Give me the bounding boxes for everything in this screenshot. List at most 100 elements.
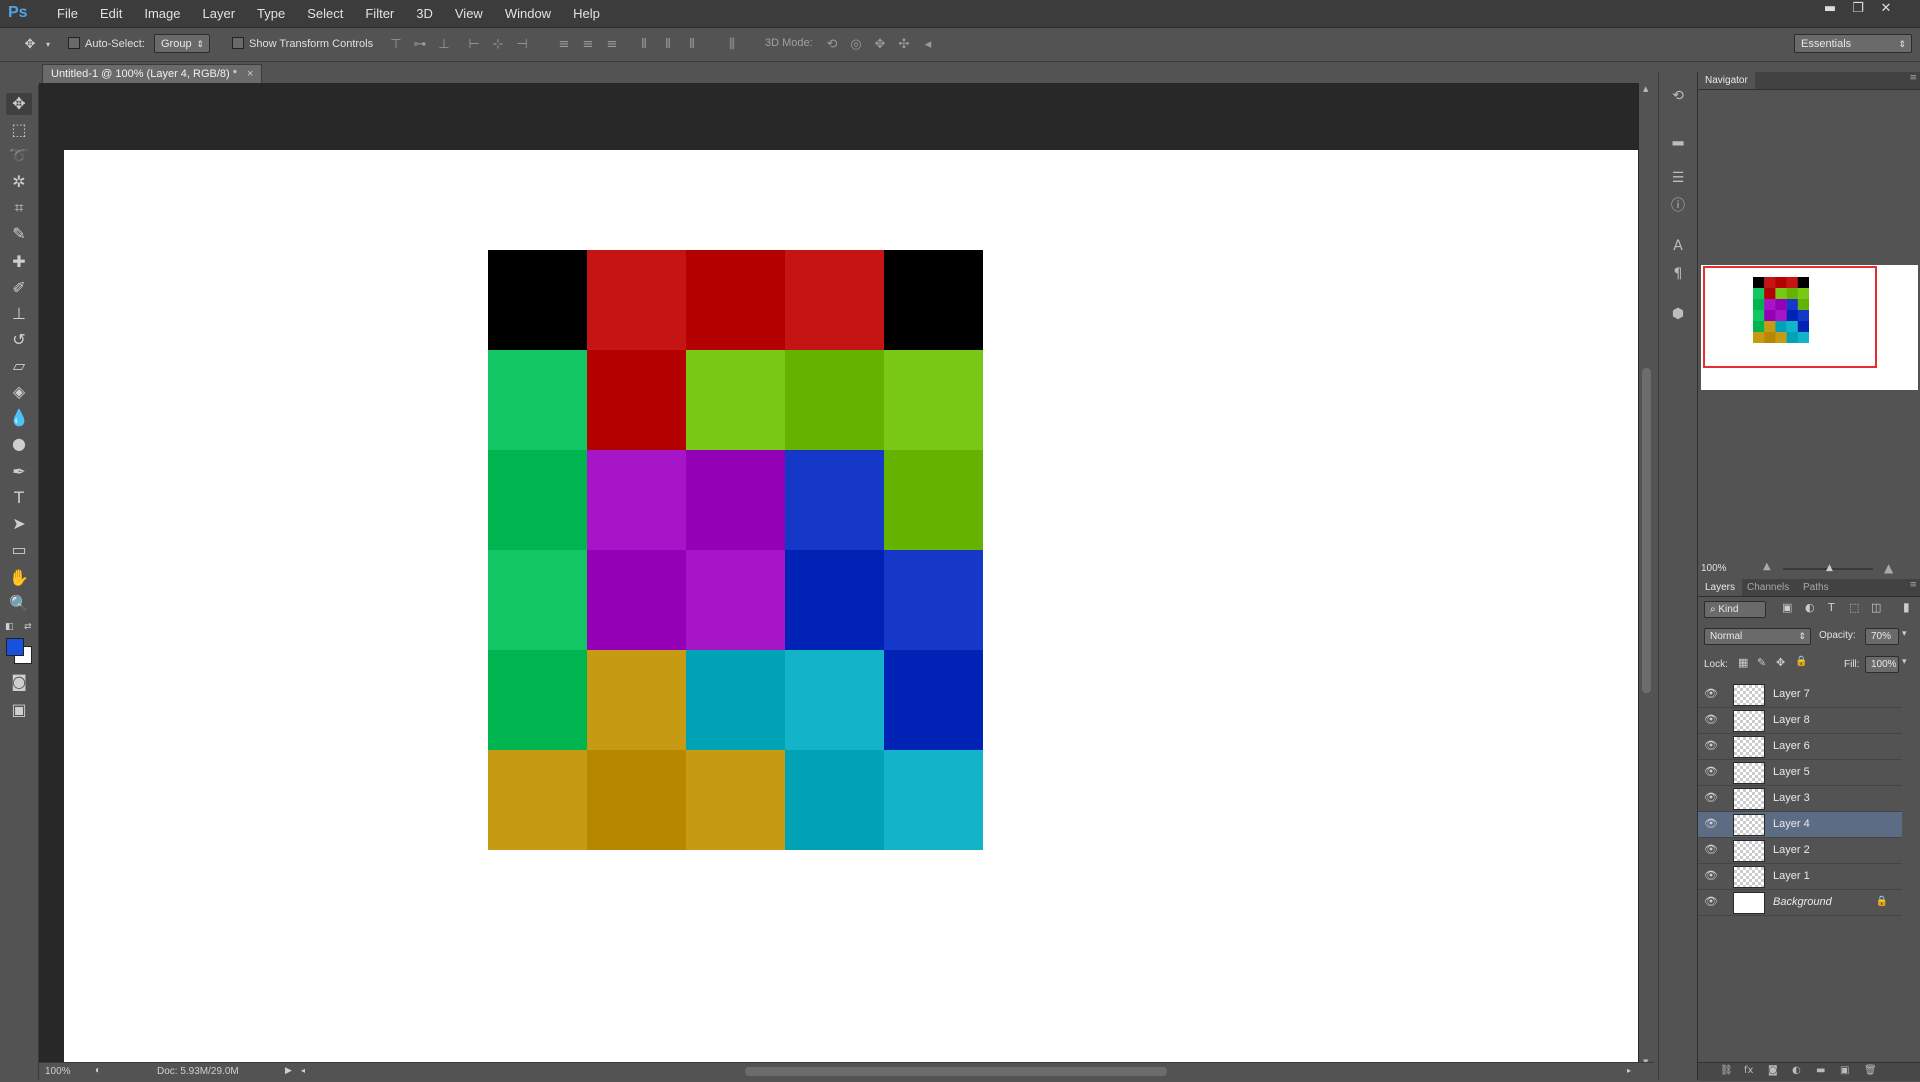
menu-window[interactable]: Window (494, 0, 562, 27)
preset-dropdown-icon[interactable]: ▾ (40, 37, 56, 52)
marquee-tool-icon[interactable]: ⬚ (6, 119, 32, 141)
healing-brush-icon[interactable]: ✚ (6, 251, 32, 273)
menu-select[interactable]: Select (296, 0, 354, 27)
tab-channels[interactable]: Channels (1740, 579, 1796, 596)
visibility-eye-icon[interactable]: 👁 (1704, 869, 1718, 883)
menu-layer[interactable]: Layer (192, 0, 247, 27)
align-top-icon[interactable]: ⊤ (388, 37, 404, 52)
visibility-eye-icon[interactable]: 👁 (1704, 713, 1718, 727)
layer-name[interactable]: Layer 1 (1773, 864, 1810, 889)
visibility-eye-icon[interactable]: 👁 (1704, 765, 1718, 779)
distribute-vcenter-icon[interactable]: ≡ (580, 37, 596, 52)
zoom-level[interactable]: 100% (45, 1066, 71, 1077)
layer-row[interactable]: 👁 Layer 4 (1698, 812, 1902, 838)
filter-type-icon[interactable]: T (1828, 601, 1835, 614)
layer-style-icon[interactable]: fx (1744, 1065, 1753, 1076)
document-tab[interactable]: Untitled-1 @ 100% (Layer 4, RGB/8) * × (42, 64, 263, 83)
layer-row[interactable]: 👁 Layer 2 (1698, 838, 1902, 864)
menu-view[interactable]: View (444, 0, 494, 27)
visibility-eye-icon[interactable]: 👁 (1704, 817, 1718, 831)
scroll-up-icon[interactable]: ▲ (1643, 85, 1648, 93)
menu-3d[interactable]: 3D (405, 0, 444, 27)
menu-image[interactable]: Image (133, 0, 191, 27)
adjustment-layer-icon[interactable]: ◐ (1792, 1065, 1801, 1076)
navigator-preview[interactable] (1701, 265, 1918, 390)
menu-help[interactable]: Help (562, 0, 611, 27)
character-panel-icon[interactable]: A (1668, 236, 1688, 256)
opacity-field[interactable]: 70% (1865, 628, 1899, 645)
magic-wand-icon[interactable]: ✲ (6, 171, 32, 193)
menu-type[interactable]: Type (246, 0, 296, 27)
layer-name[interactable]: Layer 2 (1773, 838, 1810, 863)
filter-pixel-icon[interactable]: ▣ (1782, 601, 1792, 614)
auto-select-checkbox[interactable] (68, 37, 80, 49)
menu-edit[interactable]: Edit (89, 0, 133, 27)
scroll-left-icon[interactable]: ◂ (301, 1066, 305, 1075)
3d-pan-icon[interactable]: ✥ (872, 37, 888, 52)
workspace-dropdown[interactable]: Essentials ⇕ (1794, 34, 1912, 53)
layer-row[interactable]: 👁 Layer 1 (1698, 864, 1902, 890)
add-mask-icon[interactable]: ◙ (1768, 1065, 1778, 1076)
move-tool-preset-icon[interactable]: ✥ (22, 37, 38, 52)
panel-menu-icon[interactable]: ≡ (1909, 73, 1917, 83)
lock-all-icon[interactable]: 🔒 (1795, 656, 1807, 667)
status-menu-arrow-icon[interactable]: ▶ (285, 1065, 292, 1076)
layer-filter-kind[interactable]: ⌕ Kind (1704, 601, 1766, 618)
visibility-eye-icon[interactable]: 👁 (1704, 739, 1718, 753)
path-selection-icon[interactable]: ➤ (6, 513, 32, 535)
blur-tool-icon[interactable]: 💧 (6, 407, 32, 429)
fill-field[interactable]: 100% (1865, 656, 1899, 673)
auto-align-icon[interactable]: ⫼ (724, 37, 740, 52)
eyedropper-icon[interactable]: ✎ (6, 223, 32, 245)
vertical-scrollbar[interactable]: ▲ ▼ (1640, 83, 1654, 1068)
restore-button[interactable]: ❐ (1844, 0, 1872, 18)
align-bottom-icon[interactable]: ⊥ (436, 37, 452, 52)
visibility-eye-icon[interactable]: 👁 (1704, 687, 1718, 701)
navigator-view-box[interactable] (1703, 266, 1877, 368)
align-vcenter-icon[interactable]: ⊶ (412, 37, 428, 52)
history-panel-icon[interactable]: ⟲ (1668, 86, 1688, 106)
filter-smart-object-icon[interactable]: ◫ (1871, 601, 1881, 614)
brush-tool-icon[interactable]: ✐ (6, 277, 32, 299)
zoom-tool-icon[interactable]: 🔍 (6, 593, 32, 615)
3d-scale-icon[interactable]: ◂ (920, 37, 936, 52)
tab-navigator[interactable]: Navigator (1698, 72, 1755, 89)
delete-layer-icon[interactable]: 🗑 (1864, 1065, 1877, 1076)
swap-colors-icon[interactable]: ⇄ (24, 622, 32, 632)
close-document-icon[interactable]: × (247, 68, 253, 80)
3d-slide-icon[interactable]: ✣ (896, 37, 912, 52)
pen-tool-icon[interactable]: ✒ (6, 461, 32, 483)
menu-filter[interactable]: Filter (354, 0, 405, 27)
distribute-top-icon[interactable]: ≡ (556, 37, 572, 52)
layers-panel-menu-icon[interactable]: ≡ (1909, 580, 1917, 590)
foreground-color-swatch[interactable] (6, 638, 24, 656)
zoom-out-icon[interactable]: ▲ (1763, 561, 1771, 572)
crop-tool-icon[interactable]: ⌗ (6, 197, 32, 219)
show-transform-option[interactable]: Show Transform Controls (232, 37, 373, 50)
eraser-icon[interactable]: ▱ (6, 355, 32, 377)
history-brush-icon[interactable]: ↺ (6, 329, 32, 351)
layer-name[interactable]: Layer 8 (1773, 708, 1810, 733)
quick-mask-icon[interactable]: ◙ (6, 671, 32, 693)
lock-transparent-icon[interactable]: ▦ (1738, 656, 1748, 669)
distribute-hcenter-icon[interactable]: ⫴ (660, 37, 676, 52)
document-canvas[interactable] (64, 150, 1638, 1062)
layer-row[interactable]: 👁 Layer 6 (1698, 734, 1902, 760)
layer-row[interactable]: 👁 Background 🔒 (1698, 890, 1902, 916)
screen-mode-icon[interactable]: ▣ (6, 699, 32, 721)
layer-name[interactable]: Background (1773, 890, 1832, 915)
opacity-dropdown-icon[interactable]: ▾ (1902, 629, 1907, 639)
fill-dropdown-icon[interactable]: ▾ (1902, 657, 1907, 667)
filter-adjustment-icon[interactable]: ◐ (1805, 601, 1815, 614)
3d-panel-icon[interactable]: ⬢ (1668, 304, 1688, 324)
zoom-in-icon[interactable]: ▲ (1884, 561, 1893, 575)
layer-row[interactable]: 👁 Layer 5 (1698, 760, 1902, 786)
close-window-button[interactable]: ✕ (1872, 0, 1900, 18)
histogram-panel-icon[interactable]: ▂ (1668, 128, 1688, 148)
properties-panel-icon[interactable]: ☰ (1668, 168, 1688, 188)
tab-layers[interactable]: Layers (1698, 579, 1743, 596)
align-right-icon[interactable]: ⊣ (514, 37, 530, 52)
layer-row[interactable]: 👁 Layer 7 (1698, 682, 1902, 708)
navigator-zoom-value[interactable]: 100% (1701, 563, 1727, 574)
paragraph-panel-icon[interactable]: ¶ (1668, 264, 1688, 284)
